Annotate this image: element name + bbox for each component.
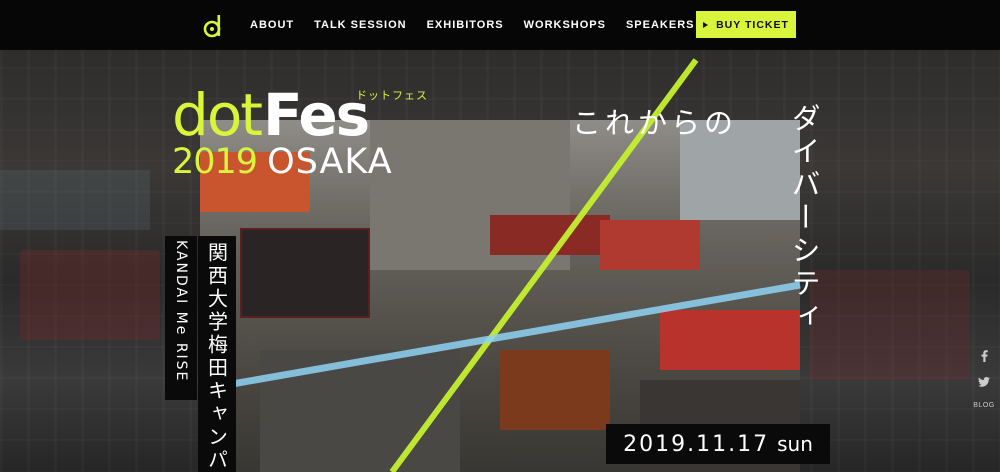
logo-year: 2019 bbox=[172, 142, 258, 182]
date-weekday: sun bbox=[777, 432, 813, 456]
top-nav: ABOUT TALK SESSION EXHIBITORS WORKSHOPS … bbox=[0, 0, 1000, 50]
twitter-icon[interactable] bbox=[978, 376, 990, 388]
logo-katakana: ドットフェス bbox=[356, 90, 428, 102]
photo-lower-street bbox=[260, 350, 460, 472]
nav-exhibitors[interactable]: EXHIBITORS bbox=[427, 19, 504, 31]
main-menu: ABOUT TALK SESSION EXHIBITORS WORKSHOPS … bbox=[250, 0, 695, 50]
venue-japanese-box: 関西大学梅田キャンパ bbox=[198, 236, 236, 472]
photo-red-sign-2 bbox=[600, 220, 700, 270]
buy-ticket-button[interactable]: BUY TICKET bbox=[696, 11, 796, 38]
social-links: BLOG bbox=[968, 350, 1000, 409]
buy-ticket-label: BUY TICKET bbox=[716, 18, 789, 31]
date-value: 2019.11.17 bbox=[623, 431, 770, 457]
photo-tattoo-sign bbox=[240, 228, 370, 318]
dotfes-d-logo-icon[interactable] bbox=[203, 14, 223, 38]
play-arrow-icon bbox=[703, 21, 709, 28]
logo-dot: dot bbox=[172, 81, 263, 149]
nav-talk-session[interactable]: TALK SESSION bbox=[314, 19, 406, 31]
facebook-icon[interactable] bbox=[978, 350, 990, 362]
event-date: 2019.11.17 sun bbox=[606, 424, 830, 464]
tagline-horizontal: これからの bbox=[572, 106, 738, 140]
blog-link[interactable]: BLOG bbox=[973, 402, 994, 409]
dotfes-logo: ドットフェス dot Fes 2019 OSAKA bbox=[172, 81, 427, 182]
photo-neon-shop bbox=[500, 350, 610, 430]
venue-english: KANDAI Me RISE bbox=[173, 240, 189, 383]
bg-sign-right bbox=[810, 270, 970, 380]
logo-fes: Fes bbox=[263, 81, 370, 149]
logo-city: OSAKA bbox=[267, 142, 393, 182]
venue-japanese: 関西大学梅田キャンパ bbox=[204, 242, 229, 472]
bg-panel bbox=[0, 170, 150, 230]
nav-workshops[interactable]: WORKSHOPS bbox=[524, 19, 606, 31]
photo-red-banner bbox=[660, 310, 800, 370]
venue-english-box: KANDAI Me RISE bbox=[165, 236, 197, 400]
bg-sign-left bbox=[20, 250, 160, 340]
nav-about[interactable]: ABOUT bbox=[250, 19, 294, 31]
photo-red-sign bbox=[490, 215, 610, 255]
nav-speakers[interactable]: SPEAKERS bbox=[626, 19, 695, 31]
tagline-vertical: ダイバーシティ bbox=[787, 103, 821, 334]
